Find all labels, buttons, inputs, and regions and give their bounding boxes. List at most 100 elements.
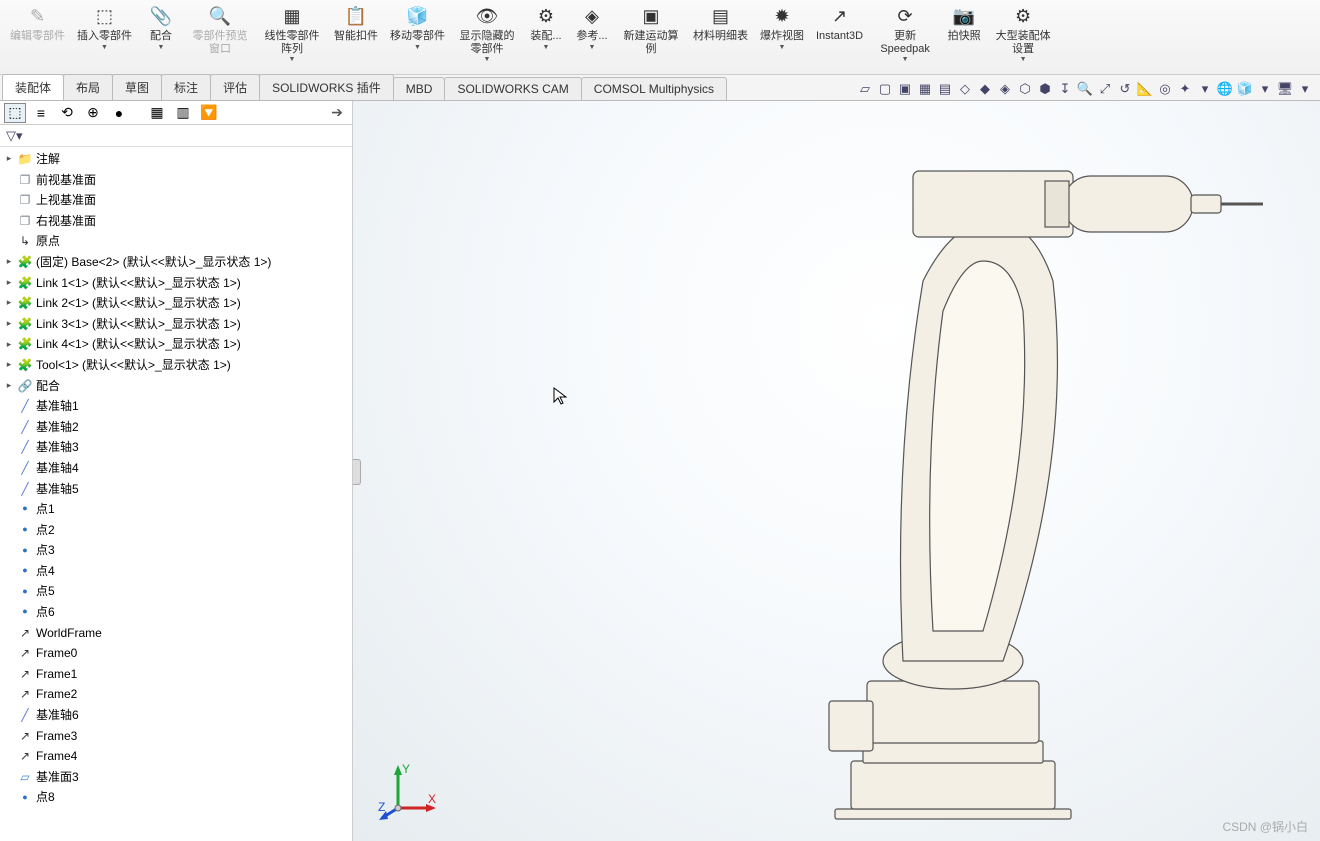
tree-node-1[interactable]: ❐前视基准面	[0, 170, 352, 191]
graphics-viewport[interactable]: Y X Z CSDN @锅小白	[353, 101, 1320, 841]
viewbar-btn-3[interactable]: ▦	[916, 80, 934, 98]
ribbon-ref-geom[interactable]: ◈参考...▼	[569, 2, 615, 72]
viewbar-btn-7[interactable]: ◈	[996, 80, 1014, 98]
tree-node-3[interactable]: ❐右视基准面	[0, 211, 352, 232]
tree-node-29[interactable]: ↗Frame4	[0, 746, 352, 767]
tree-node-22[interactable]: ●点6	[0, 602, 352, 623]
ribbon-insert-comp[interactable]: ⬚插入零部件▼	[71, 2, 138, 72]
tab-comsol[interactable]: COMSOL Multiphysics	[581, 77, 727, 100]
tree-node-11[interactable]: ▸🔗配合	[0, 376, 352, 397]
viewbar-btn-4[interactable]: ▤	[936, 80, 954, 98]
tree-node-8[interactable]: ▸🧩Link 3<1> (默认<<默认>_显示状态 1>)	[0, 314, 352, 335]
viewbar-btn-22[interactable]: ▾	[1296, 80, 1314, 98]
viewbar-btn-12[interactable]: ⤢	[1096, 80, 1114, 98]
viewbar-btn-9[interactable]: ⬢	[1036, 80, 1054, 98]
tree-node-23[interactable]: ↗WorldFrame	[0, 623, 352, 644]
viewbar-btn-19[interactable]: 🧊	[1236, 80, 1254, 98]
viewbar-btn-16[interactable]: ✦	[1176, 80, 1194, 98]
mgr-tab-3[interactable]: ⊕	[82, 103, 104, 123]
viewbar-btn-6[interactable]: ◆	[976, 80, 994, 98]
tree-node-16[interactable]: ╱基准轴5	[0, 479, 352, 500]
expand-icon[interactable]: ▸	[4, 255, 14, 269]
ribbon-smart-fastener[interactable]: 📋智能扣件	[328, 2, 384, 72]
tree-node-2[interactable]: ❐上视基准面	[0, 190, 352, 211]
tree-node-13[interactable]: ╱基准轴2	[0, 417, 352, 438]
tree-node-21[interactable]: ●点5	[0, 581, 352, 602]
panel-splitter[interactable]	[353, 459, 361, 485]
tab-sw-cam[interactable]: SOLIDWORKS CAM	[444, 77, 581, 100]
ribbon-bom[interactable]: ▤材料明细表	[687, 2, 754, 72]
tab-annotate[interactable]: 标注	[161, 74, 211, 100]
tree-node-25[interactable]: ↗Frame1	[0, 664, 352, 685]
ribbon-snapshot[interactable]: 📷拍快照	[941, 2, 987, 72]
expand-icon[interactable]: ▸	[4, 152, 14, 166]
tree-node-31[interactable]: ●点8	[0, 787, 352, 808]
tree-node-20[interactable]: ●点4	[0, 561, 352, 582]
viewbar-btn-18[interactable]: 🌐	[1216, 80, 1234, 98]
tree-node-10[interactable]: ▸🧩Tool<1> (默认<<默认>_显示状态 1>)	[0, 355, 352, 376]
tree-node-7[interactable]: ▸🧩Link 2<1> (默认<<默认>_显示状态 1>)	[0, 293, 352, 314]
ribbon-move-comp[interactable]: 🧊移动零部件▼	[384, 2, 451, 72]
tab-sw-addins[interactable]: SOLIDWORKS 插件	[259, 74, 394, 100]
viewbar-btn-1[interactable]: ▢	[876, 80, 894, 98]
mgr-tab-4[interactable]: ●	[108, 103, 130, 123]
filter-bar[interactable]: ▽▾	[0, 125, 352, 147]
ribbon-new-motion[interactable]: ▣新建运动算例	[615, 2, 687, 72]
tree-node-0[interactable]: ▸📁注解	[0, 149, 352, 170]
tab-sketch[interactable]: 草图	[112, 74, 162, 100]
ribbon-speedpak[interactable]: ⟳更新Speedpak▼	[869, 2, 941, 72]
tree-node-30[interactable]: ▱基准面3	[0, 767, 352, 788]
viewbar-btn-13[interactable]: ↺	[1116, 80, 1134, 98]
view-triad[interactable]: Y X Z	[378, 763, 438, 823]
viewbar-btn-21[interactable]: 🖥	[1276, 80, 1294, 98]
ribbon-exploded[interactable]: ✹爆炸视图▼	[754, 2, 810, 72]
tab-evaluate[interactable]: 评估	[210, 74, 260, 100]
viewbar-btn-0[interactable]: ▱	[856, 80, 874, 98]
expand-icon[interactable]: ▸	[4, 276, 14, 290]
ribbon-large-assy[interactable]: ⚙大型装配体设置▼	[987, 2, 1059, 72]
ribbon-mate[interactable]: 📎配合▼	[138, 2, 184, 72]
ribbon-linear-pattern[interactable]: ▦线性零部件阵列▼	[256, 2, 328, 72]
tree-node-9[interactable]: ▸🧩Link 4<1> (默认<<默认>_显示状态 1>)	[0, 334, 352, 355]
tree-node-27[interactable]: ╱基准轴6	[0, 705, 352, 726]
mgr-tab-1[interactable]: ≡	[30, 103, 52, 123]
tree-node-18[interactable]: ●点2	[0, 520, 352, 541]
viewbar-btn-2[interactable]: ▣	[896, 80, 914, 98]
tree-node-4[interactable]: ↳原点	[0, 231, 352, 252]
mgr-tab-6[interactable]: ▦	[146, 103, 168, 123]
viewbar-btn-8[interactable]: ⬡	[1016, 80, 1034, 98]
mgr-collapse-arrow[interactable]: ➔	[326, 103, 348, 123]
viewbar-btn-17[interactable]: ▾	[1196, 80, 1214, 98]
tree-node-12[interactable]: ╱基准轴1	[0, 396, 352, 417]
ribbon-instant3d[interactable]: ↗Instant3D	[810, 2, 869, 72]
ribbon-assy-feat[interactable]: ⚙装配...▼	[523, 2, 569, 72]
tree-node-17[interactable]: ●点1	[0, 499, 352, 520]
expand-icon[interactable]: ▸	[4, 296, 14, 310]
tree-node-24[interactable]: ↗Frame0	[0, 643, 352, 664]
tab-assembly[interactable]: 装配体	[2, 74, 64, 100]
tree-node-6[interactable]: ▸🧩Link 1<1> (默认<<默认>_显示状态 1>)	[0, 273, 352, 294]
viewbar-btn-10[interactable]: ↧	[1056, 80, 1074, 98]
expand-icon[interactable]: ▸	[4, 358, 14, 372]
ribbon-show-hidden[interactable]: 👁显示隐藏的零部件▼	[451, 2, 523, 72]
expand-icon[interactable]: ▸	[4, 338, 14, 352]
tree-node-26[interactable]: ↗Frame2	[0, 684, 352, 705]
viewbar-btn-5[interactable]: ◇	[956, 80, 974, 98]
tab-layout[interactable]: 布局	[63, 74, 113, 100]
mgr-tab-2[interactable]: ⟲	[56, 103, 78, 123]
mgr-tab-8[interactable]: 🔽	[198, 103, 220, 123]
viewbar-btn-20[interactable]: ▾	[1256, 80, 1274, 98]
tree-node-19[interactable]: ●点3	[0, 540, 352, 561]
tree-node-15[interactable]: ╱基准轴4	[0, 458, 352, 479]
expand-icon[interactable]: ▸	[4, 379, 14, 393]
viewbar-btn-14[interactable]: 📐	[1136, 80, 1154, 98]
mgr-tab-0[interactable]: ⬚	[4, 103, 26, 123]
tree-node-5[interactable]: ▸🧩(固定) Base<2> (默认<<默认>_显示状态 1>)	[0, 252, 352, 273]
viewbar-btn-11[interactable]: 🔍	[1076, 80, 1094, 98]
viewbar-btn-15[interactable]: ◎	[1156, 80, 1174, 98]
tree-node-14[interactable]: ╱基准轴3	[0, 437, 352, 458]
expand-icon[interactable]: ▸	[4, 317, 14, 331]
tab-mbd[interactable]: MBD	[393, 77, 446, 100]
tree-node-28[interactable]: ↗Frame3	[0, 726, 352, 747]
mgr-tab-7[interactable]: ▥	[172, 103, 194, 123]
